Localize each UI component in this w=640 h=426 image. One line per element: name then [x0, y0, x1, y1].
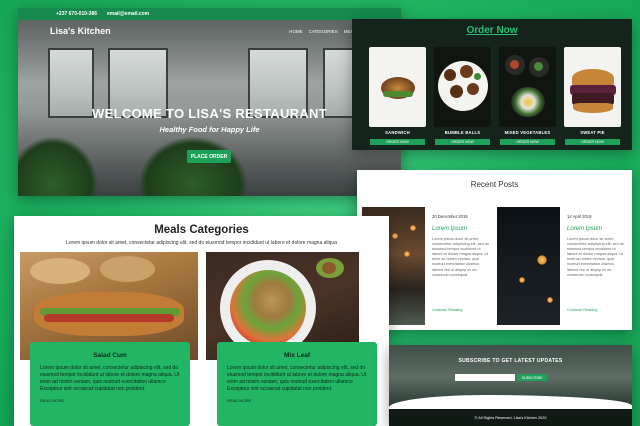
hero-title: WELCOME TO LISA'S RESTAURANT — [92, 106, 327, 121]
meal-card-text: Lorem ipsum dolor sit amet, consectetur … — [227, 365, 367, 392]
post-image — [497, 207, 560, 325]
place-order-button[interactable]: PLACE ORDER — [187, 150, 231, 163]
post-date: 20 December 2019 — [432, 214, 468, 219]
post-excerpt: Lorem ipsum dolor sit amet, consectetur … — [567, 237, 624, 277]
bumble-balls-image — [434, 47, 491, 127]
copyright-footer: © All Rights Reserved, Lisa's Kitchen 20… — [389, 409, 632, 426]
order-item-sweat-pie: SWEAT PIE ORDER NOW — [564, 47, 621, 145]
order-now-button[interactable]: ORDER NOW — [435, 139, 490, 145]
post-item: 14 April 2019 Lorem Ipsum Lorem ipsum do… — [567, 214, 625, 312]
order-items: SANDWICH ORDER NOW BUMBLE BALLS ORDER NO… — [369, 47, 621, 145]
meals-categories-screenshot: Meals Categories Lorem ipsum dolor sit a… — [14, 216, 389, 426]
order-now-button[interactable]: ORDER NOW — [370, 139, 425, 145]
read-more-link[interactable]: READ MORE — [217, 393, 377, 403]
order-now-button[interactable]: ORDER NOW — [565, 139, 620, 145]
hero-screenshot: +237 670-010-386 email@email.com Lisa's … — [18, 8, 401, 196]
post-heading[interactable]: Lorem Ipsum — [567, 226, 625, 232]
meal-card-text: Lorem ipsum dolor sit amet, consectetur … — [40, 365, 180, 392]
subscribe-email-input[interactable] — [455, 374, 515, 381]
subscribe-button[interactable]: SUBSCRIBE — [517, 374, 547, 381]
order-item-name: BUMBLE BALLS — [444, 130, 481, 135]
mixed-vegetables-image — [499, 47, 556, 127]
post-item: 20 December 2019 Lorem Ipsum Lorem ipsum… — [432, 214, 490, 312]
read-more-link[interactable]: READ MORE — [30, 393, 190, 403]
plant-image — [18, 136, 98, 196]
order-item-name: MIXED VEGETABLES — [504, 130, 551, 135]
post-date: 14 April 2019 — [567, 214, 592, 219]
post-heading[interactable]: Lorem Ipsum — [432, 226, 490, 232]
nav-home[interactable]: HOME — [289, 29, 303, 34]
top-nav: Lisa's Kitchen HOME CATEGORIES MEALS BLO… — [18, 20, 401, 42]
meals-subtitle: Lorem ipsum dolor sit amet, consectetur … — [66, 240, 337, 246]
order-item-sandwich: SANDWICH ORDER NOW — [369, 47, 426, 145]
brand-logo[interactable]: Lisa's Kitchen — [50, 26, 111, 36]
subscribe-footer-screenshot: SUBSCRIBE TO GET LATEST UPDATES SUBSCRIB… — [389, 345, 632, 426]
order-item-name: SWEAT PIE — [580, 130, 605, 135]
order-item-name: SANDWICH — [385, 130, 410, 135]
order-item-bumble-balls: BUMBLE BALLS ORDER NOW — [434, 47, 491, 145]
recent-posts-title: Recent Posts — [470, 180, 519, 189]
continue-reading-link[interactable]: Continue Reading — [432, 308, 490, 312]
meal-card-salad-cum[interactable]: Salad Cum Lorem ipsum dolor sit amet, co… — [30, 342, 190, 426]
contact-email[interactable]: email@email.com — [107, 11, 149, 17]
subscribe-title: SUBSCRIBE TO GET LATEST UPDATES — [458, 358, 563, 364]
sandwich-image — [369, 47, 426, 127]
meals-title: Meals Categories — [154, 224, 249, 236]
plant-image — [138, 136, 248, 196]
recent-posts-screenshot: Recent Posts 20 December 2019 Lorem Ipsu… — [357, 170, 632, 330]
order-now-title[interactable]: Order Now — [352, 25, 632, 36]
post-excerpt: Lorem ipsum dolor sit amet, consectetur … — [432, 237, 489, 277]
continue-reading-link[interactable]: Continue Reading — [567, 308, 625, 312]
meal-card-title: Mix Leaf — [283, 352, 310, 359]
order-now-button[interactable]: ORDER NOW — [500, 139, 555, 145]
contact-bar: +237 670-010-386 email@email.com — [18, 8, 401, 20]
nav-categories[interactable]: CATEGORIES — [309, 29, 338, 34]
contact-phone[interactable]: +237 670-010-386 — [56, 11, 97, 17]
meal-card-title: Salad Cum — [93, 352, 127, 359]
meal-card-mix-leaf[interactable]: Mix Leaf Lorem ipsum dolor sit amet, con… — [217, 342, 377, 426]
order-now-screenshot: Order Now SANDWICH ORDER NOW BUMBLE BALL… — [352, 19, 632, 150]
hero-subtitle: Healthy Food for Happy Life — [159, 125, 260, 134]
sweat-pie-image — [564, 47, 621, 127]
order-item-mixed-vegetables: MIXED VEGETABLES ORDER NOW — [499, 47, 556, 145]
